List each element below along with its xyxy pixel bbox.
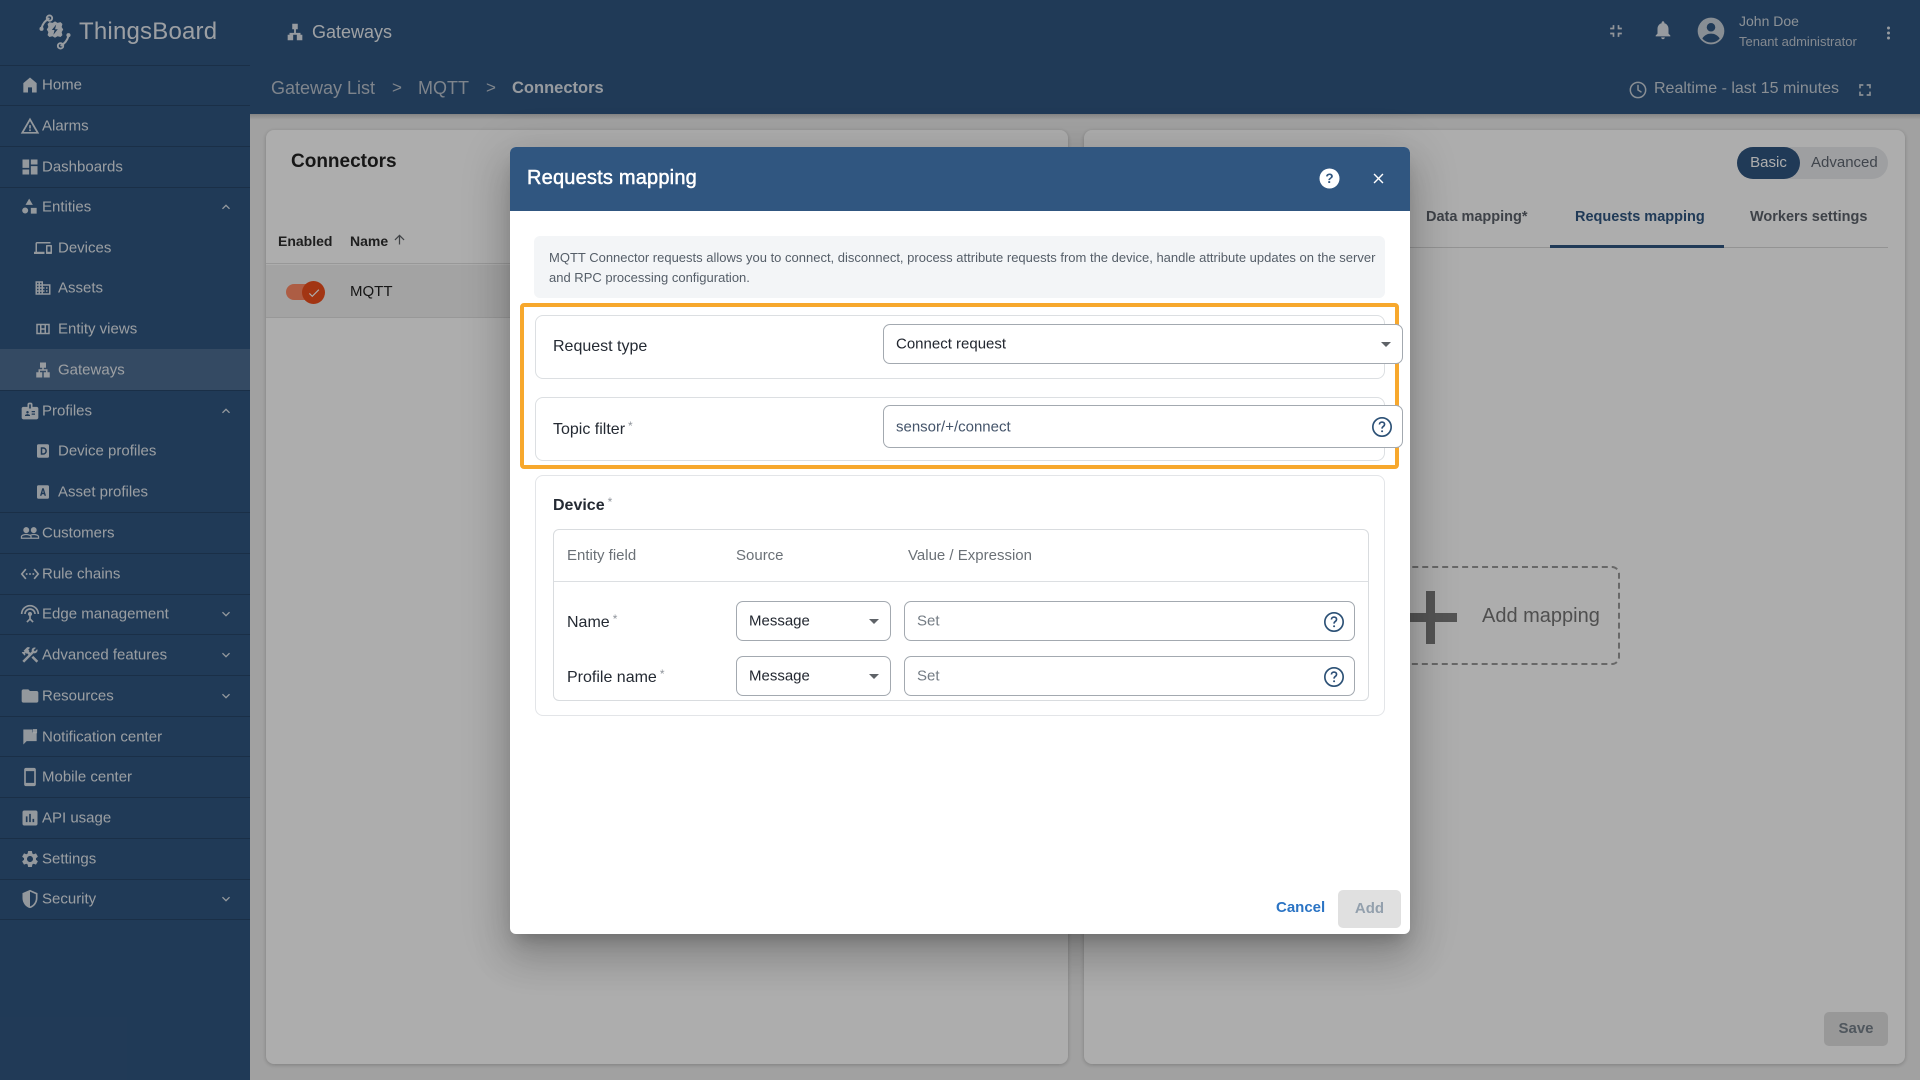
svg-text:?: ? (1325, 171, 1333, 186)
